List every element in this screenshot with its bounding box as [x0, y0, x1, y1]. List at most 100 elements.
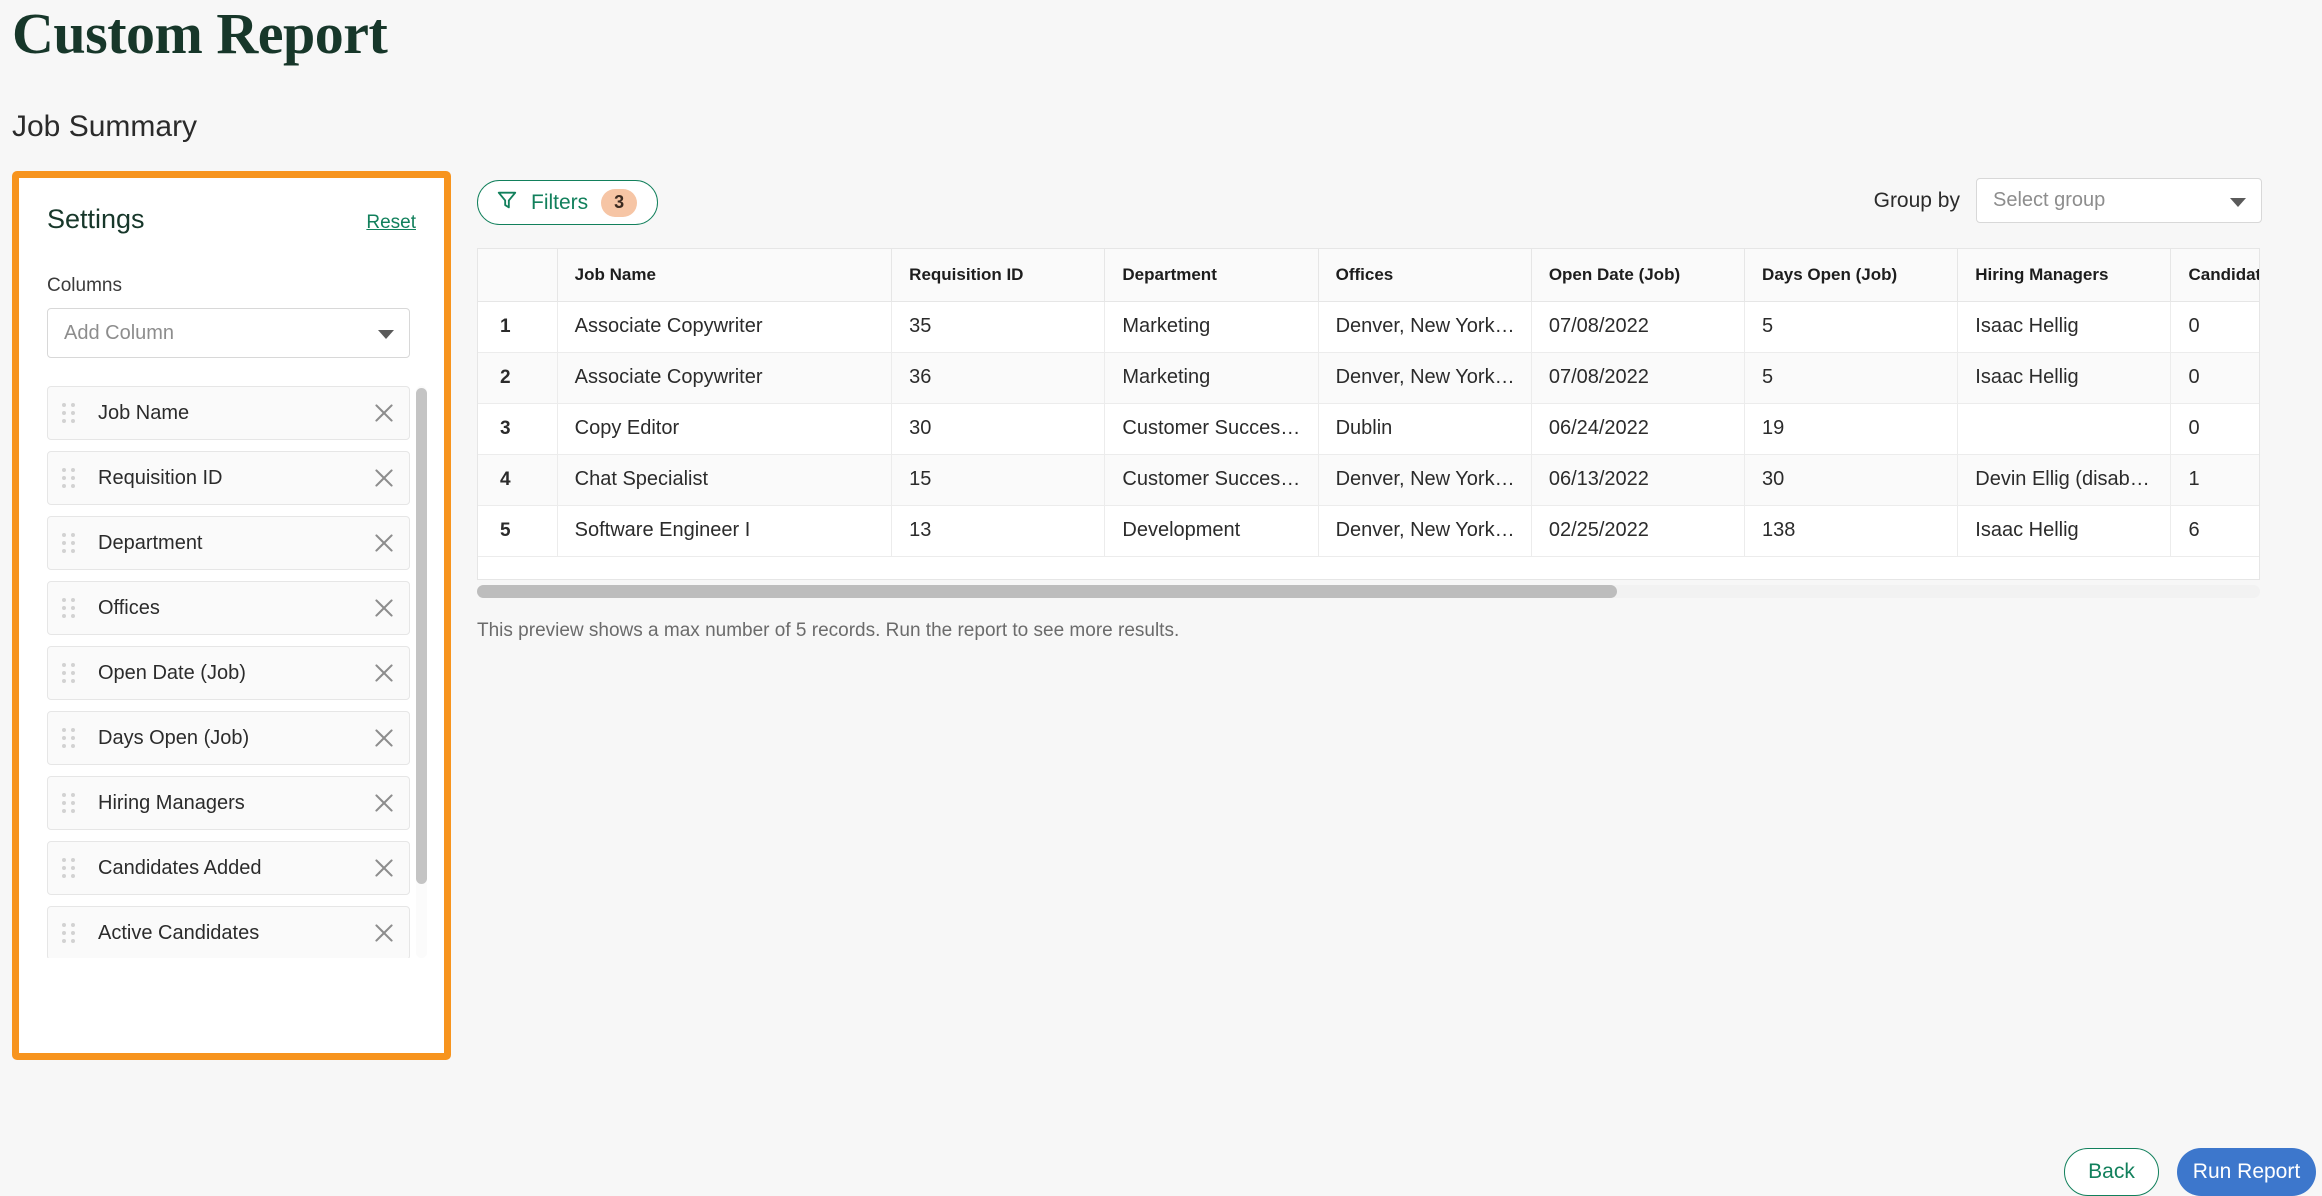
table-cell: 0: [2170, 352, 2259, 404]
table-cell: Customer Succes…: [1104, 454, 1319, 506]
remove-column-icon[interactable]: [371, 530, 397, 556]
table-cell: 06/24/2022: [1531, 403, 1746, 455]
column-list-item[interactable]: Candidates Added: [47, 841, 410, 895]
table-cell: Isaac Hellig: [1957, 301, 2172, 353]
drag-handle-icon[interactable]: [62, 923, 84, 943]
column-list-item-label: Candidates Added: [98, 856, 262, 879]
table-cell: Software Engineer I: [557, 505, 893, 557]
table-cell: Denver, New York…: [1318, 301, 1532, 353]
column-list-item-label: Hiring Managers: [98, 791, 245, 814]
filter-funnel-icon: [496, 189, 518, 216]
back-button[interactable]: Back: [2064, 1148, 2159, 1196]
table-cell: Denver, New York…: [1318, 352, 1532, 404]
table-cell: Denver, New York…: [1318, 505, 1532, 557]
table-column-header[interactable]: Days Open (Job): [1744, 249, 1959, 302]
columns-label: Columns: [47, 275, 122, 296]
column-list-scrollbar-track[interactable]: [416, 386, 427, 958]
table-row[interactable]: 1 Associate Copywriter 35 Marketing Denver, …: [478, 301, 2259, 353]
remove-column-icon[interactable]: [371, 920, 397, 946]
table-horizontal-scrollbar-thumb[interactable]: [477, 585, 1617, 598]
column-list-item-label: Days Open (Job): [98, 726, 250, 749]
remove-column-icon[interactable]: [371, 595, 397, 621]
preview-note: This preview shows a max number of 5 rec…: [477, 620, 1180, 641]
chevron-down-icon: [2230, 197, 2246, 207]
table-column-header[interactable]: Department: [1104, 249, 1319, 302]
page-title: Custom Report: [12, 1, 388, 66]
table-column-header[interactable]: Offices: [1318, 249, 1532, 302]
column-list: Job Name Requisition ID Department Offices O…: [47, 386, 410, 958]
table-cell: 15: [891, 454, 1106, 506]
table-cell: 06/13/2022: [1531, 454, 1746, 506]
drag-handle-icon[interactable]: [62, 663, 84, 683]
column-list-item[interactable]: Active Candidates: [47, 906, 410, 958]
column-list-item-label: Offices: [98, 596, 160, 619]
table-column-header[interactable]: Requisition ID: [891, 249, 1106, 302]
remove-column-icon[interactable]: [371, 465, 397, 491]
drag-handle-icon[interactable]: [62, 468, 84, 488]
table-cell: Chat Specialist: [557, 454, 893, 506]
table-cell: 30: [891, 403, 1106, 455]
table-header-row: Job Name Requisition ID Department Offices O…: [478, 249, 2259, 302]
settings-panel-body: Settings Reset Columns Add Column Job Na…: [19, 178, 444, 1053]
table-cell: 6: [2170, 505, 2259, 557]
table-row-index: 4: [478, 454, 558, 506]
group-by-row: Group by Select group: [1874, 178, 2262, 223]
drag-handle-icon[interactable]: [62, 533, 84, 553]
column-list-item[interactable]: Department: [47, 516, 410, 570]
remove-column-icon[interactable]: [371, 725, 397, 751]
table-row[interactable]: 2 Associate Copywriter 36 Marketing Denver, …: [478, 352, 2259, 404]
table-row-index: 2: [478, 352, 558, 404]
table-cell: Denver, New York…: [1318, 454, 1532, 506]
settings-heading: Settings: [47, 204, 145, 234]
table-cell: 35: [891, 301, 1106, 353]
column-list-item[interactable]: Offices: [47, 581, 410, 635]
table-cell: Isaac Hellig: [1957, 352, 2172, 404]
table-cell: Associate Copywriter: [557, 352, 893, 404]
table-column-header[interactable]: Hiring Managers: [1957, 249, 2172, 302]
table-cell: Marketing: [1104, 301, 1319, 353]
add-column-select[interactable]: Add Column: [47, 308, 410, 358]
column-list-item[interactable]: Hiring Managers: [47, 776, 410, 830]
settings-panel: Settings Reset Columns Add Column Job Na…: [12, 171, 451, 1060]
column-list-item[interactable]: Requisition ID: [47, 451, 410, 505]
table-column-header[interactable]: [478, 249, 558, 302]
remove-column-icon[interactable]: [371, 790, 397, 816]
table-column-header[interactable]: Candidates Added: [2170, 249, 2259, 302]
remove-column-icon[interactable]: [371, 855, 397, 881]
table-cell: 5: [1744, 352, 1959, 404]
drag-handle-icon[interactable]: [62, 403, 84, 423]
table-cell: Customer Succes…: [1104, 403, 1319, 455]
table-column-header[interactable]: Job Name: [557, 249, 893, 302]
column-list-item[interactable]: Days Open (Job): [47, 711, 410, 765]
table-row[interactable]: 3 Copy Editor 30 Customer Succes… Dublin 06/2…: [478, 403, 2259, 455]
reset-link[interactable]: Reset: [366, 212, 416, 234]
group-by-label: Group by: [1873, 188, 1960, 212]
table-row[interactable]: 4 Chat Specialist 15 Customer Succes… Denver…: [478, 454, 2259, 506]
table-column-header[interactable]: Open Date (Job): [1531, 249, 1746, 302]
drag-handle-icon[interactable]: [62, 858, 84, 878]
column-list-item[interactable]: Open Date (Job): [47, 646, 410, 700]
group-by-value: Select group: [1993, 189, 2106, 211]
drag-handle-icon[interactable]: [62, 598, 84, 618]
group-by-select[interactable]: Select group: [1976, 178, 2262, 223]
table-cell: Development: [1104, 505, 1319, 557]
column-list-container: Job Name Requisition ID Department Offices O…: [47, 386, 427, 958]
filters-button[interactable]: Filters 3: [477, 180, 659, 225]
column-list-item-label: Department: [98, 531, 203, 554]
table-cell: [1957, 403, 2172, 455]
table-row[interactable]: 5 Software Engineer I 13 Development Denver,…: [478, 505, 2259, 557]
preview-table: Job Name Requisition ID Department Offices O…: [478, 249, 2259, 557]
drag-handle-icon[interactable]: [62, 728, 84, 748]
table-cell: 07/08/2022: [1531, 301, 1746, 353]
table-cell: Isaac Hellig: [1957, 505, 2172, 557]
table-header: Job Name Requisition ID Department Offices O…: [478, 249, 2259, 302]
column-list-scrollbar-thumb[interactable]: [416, 388, 427, 884]
drag-handle-icon[interactable]: [62, 793, 84, 813]
run-report-button[interactable]: Run Report: [2177, 1148, 2316, 1196]
remove-column-icon[interactable]: [371, 400, 397, 426]
table-row-index: 3: [478, 403, 558, 455]
column-list-item-label: Active Candidates: [98, 921, 260, 944]
table-cell: 30: [1744, 454, 1959, 506]
remove-column-icon[interactable]: [371, 660, 397, 686]
column-list-item[interactable]: Job Name: [47, 386, 410, 440]
